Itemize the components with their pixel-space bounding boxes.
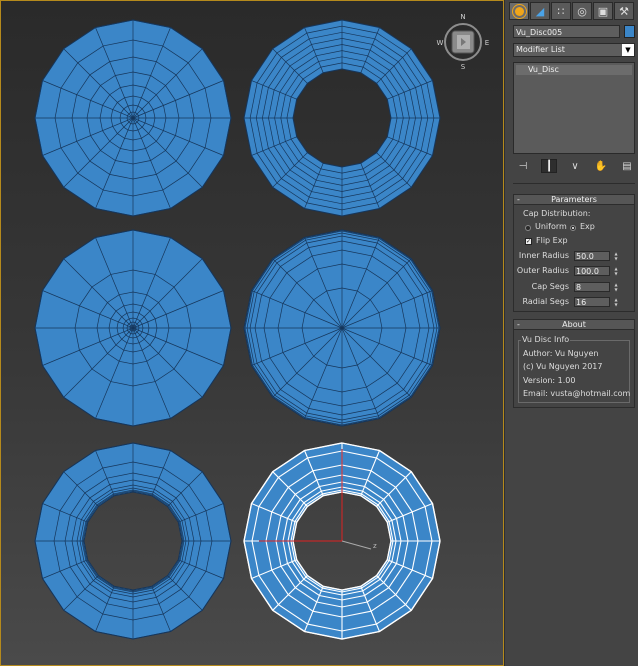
make-unique-icon[interactable]: ∨: [567, 159, 583, 173]
radial-segs-spinner[interactable]: ▲ ▼: [613, 297, 619, 307]
command-panel: ◢ ∷ ◎ ▣ ⚒ Vu_Disc005 Modifier List ▼ Vu_…: [504, 0, 638, 666]
radial-segs-field[interactable]: 16: [574, 297, 610, 307]
perspective-viewport[interactable]: N S E W z: [0, 0, 504, 666]
create-tab[interactable]: [509, 2, 529, 20]
utilities-tab[interactable]: ⚒: [614, 2, 634, 20]
viewport-canvas: [34, 19, 441, 640]
command-panel-tabs: ◢ ∷ ◎ ▣ ⚒: [509, 2, 634, 20]
modifier-stack[interactable]: Vu_Disc: [513, 62, 635, 154]
modify-icon: ◢: [535, 4, 545, 18]
about-rollout-header[interactable]: - About: [513, 319, 635, 330]
modifier-list-dropdown[interactable]: Modifier List ▼: [513, 43, 635, 57]
email-text: Email: vusta@hotmail.com: [523, 389, 631, 398]
panel-divider: [513, 183, 635, 184]
about-title: About: [562, 320, 586, 329]
modify-tab[interactable]: ◢: [530, 2, 550, 20]
outer-radius-spinner[interactable]: ▲ ▼: [613, 266, 619, 276]
cap-segs-label: Cap Segs: [531, 282, 569, 291]
chevron-down-icon: ▼: [622, 44, 634, 56]
uniform-label: Uniform: [535, 222, 567, 231]
motion-icon: ◎: [577, 4, 587, 18]
disc-solid-exp: [34, 229, 232, 427]
show-end-result-icon[interactable]: ┃: [541, 159, 557, 173]
stack-item-vu-disc[interactable]: Vu_Disc: [516, 65, 632, 75]
motion-tab[interactable]: ◎: [572, 2, 592, 20]
collapse-icon: -: [517, 195, 520, 204]
parameters-rollout: Cap Distribution: Uniform Exp ✓ Flip Exp…: [513, 205, 635, 312]
cap-distribution-label: Cap Distribution:: [523, 209, 591, 218]
outer-radius-label: Outer Radius: [516, 266, 569, 275]
version-text: Version: 1.00: [523, 376, 576, 385]
vu-disc-info-title: Vu Disc Info: [521, 335, 571, 344]
remove-modifier-icon[interactable]: ✋: [593, 159, 609, 173]
copyright-text: (c) Vu Nguyen 2017: [523, 362, 603, 371]
create-icon: [514, 6, 524, 16]
cap-segs-field[interactable]: 8: [574, 282, 610, 292]
disc-ring-exp: [34, 442, 232, 640]
exp-radio[interactable]: [570, 225, 576, 231]
configure-modifier-sets-icon[interactable]: ▤: [619, 159, 635, 173]
flip-exp-label: Flip Exp: [536, 236, 568, 245]
exp-label: Exp: [580, 222, 595, 231]
about-rollout: Vu Disc Info Author: Vu Nguyen (c) Vu Ng…: [513, 330, 635, 408]
disc-ring-uniform: [243, 19, 441, 217]
inner-radius-label: Inner Radius: [518, 251, 569, 260]
collapse-icon: -: [517, 320, 520, 329]
parameters-rollout-header[interactable]: - Parameters: [513, 194, 635, 205]
hierarchy-tab[interactable]: ∷: [551, 2, 571, 20]
disc-solid-exp-flip: [243, 229, 441, 427]
pin-stack-icon[interactable]: ⊣: [515, 159, 531, 173]
inner-radius-spinner[interactable]: ▲ ▼: [613, 251, 619, 261]
inner-radius-field[interactable]: 50.0: [574, 251, 610, 261]
display-icon: ▣: [597, 4, 609, 18]
object-color-swatch[interactable]: [624, 25, 635, 38]
uniform-radio[interactable]: [525, 225, 531, 231]
parameters-title: Parameters: [551, 195, 597, 204]
object-name-field[interactable]: Vu_Disc005: [513, 25, 620, 38]
cap-segs-spinner[interactable]: ▲ ▼: [613, 282, 619, 292]
utilities-icon: ⚒: [619, 4, 629, 18]
flip-exp-checkbox[interactable]: ✓: [525, 238, 532, 245]
stack-toolbar: ⊣ ┃ ∨ ✋ ▤: [515, 158, 635, 174]
hierarchy-icon: ∷: [557, 4, 565, 18]
author-text: Author: Vu Nguyen: [523, 349, 599, 358]
radial-segs-label: Radial Segs: [522, 297, 570, 306]
display-tab[interactable]: ▣: [593, 2, 613, 20]
disc-solid-uniform: [34, 19, 232, 217]
outer-radius-field[interactable]: 100.0: [574, 266, 610, 276]
modifier-list-label: Modifier List: [516, 45, 565, 54]
